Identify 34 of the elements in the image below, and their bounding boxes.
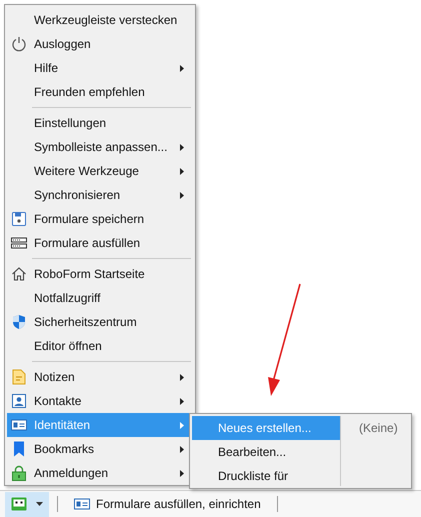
menu-item[interactable]: Anmeldungen [7, 461, 193, 485]
menu-item[interactable]: Kontakte [7, 389, 193, 413]
id-card-icon [74, 496, 90, 512]
menu-item[interactable]: Formulare ausfüllen [7, 231, 193, 255]
contact-card-icon [11, 393, 27, 409]
menu-item[interactable]: Druckliste für [192, 464, 340, 488]
menu-item[interactable]: Werkzeugleiste verstecken [7, 8, 193, 32]
menu-item[interactable]: Sicherheitszentrum [7, 310, 193, 334]
menu-item[interactable]: Bearbeiten... [192, 440, 340, 464]
padlock-icon [11, 465, 27, 481]
form-fields-icon [11, 235, 27, 251]
bookmark-icon [11, 441, 27, 457]
menu-item[interactable]: Weitere Werkzeuge [7, 159, 193, 183]
menu-item[interactable]: Einstellungen [7, 111, 193, 135]
robot-face-icon [11, 497, 27, 511]
menu-item[interactable]: Symbolleiste anpassen... [7, 135, 193, 159]
menu-item[interactable]: Hilfe [7, 56, 193, 80]
menu-item[interactable]: Synchronisieren [7, 183, 193, 207]
roboform-menu-button[interactable] [5, 492, 49, 516]
power-icon [11, 36, 27, 52]
caret-icon [36, 502, 43, 506]
menu-item[interactable]: Editor öffnen [7, 334, 193, 358]
menu-item[interactable]: Ausloggen [7, 32, 193, 56]
menu-item[interactable]: Bookmarks [7, 437, 193, 461]
menu-item[interactable]: Notizen [7, 365, 193, 389]
menu-item[interactable]: Freunden empfehlen [7, 80, 193, 104]
menu-item[interactable]: Formulare speichern [7, 207, 193, 231]
id-card-icon [11, 417, 27, 433]
shield-icon [11, 314, 27, 330]
note-icon [11, 369, 27, 385]
menu-item[interactable]: Notfallzugriff [7, 286, 193, 310]
house-icon [11, 266, 27, 282]
empty-label: (Keine) [359, 421, 398, 435]
menu-item[interactable]: RoboForm Startseite [7, 262, 193, 286]
